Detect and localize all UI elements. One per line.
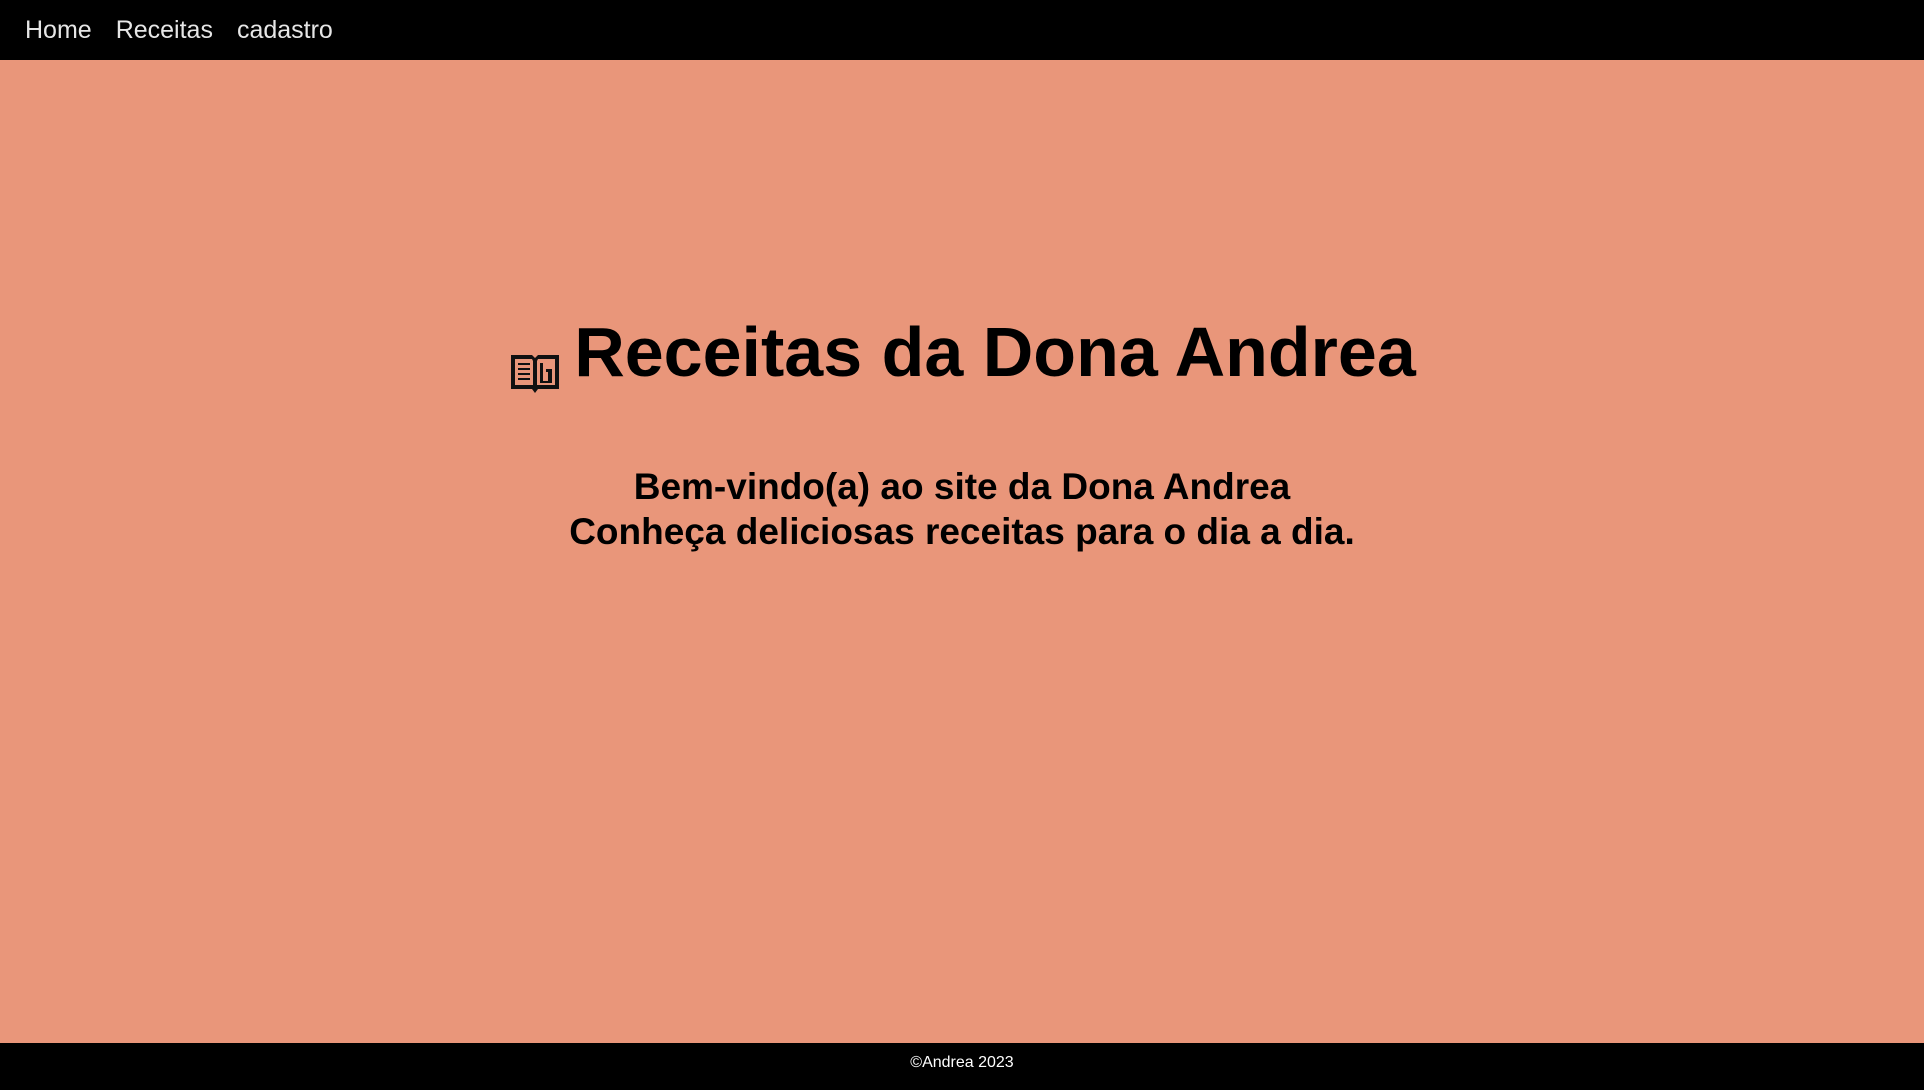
nav-home-link[interactable]: Home <box>13 0 104 60</box>
open-book-icon <box>508 329 562 393</box>
page-title-text: Receitas da Dona Andrea <box>574 313 1416 391</box>
footer: ©Andrea 2023 <box>0 1043 1924 1090</box>
welcome-line-2: Conheça deliciosas receitas para o dia a… <box>569 511 1355 552</box>
page-title: Receitas da Dona Andrea <box>0 308 1924 396</box>
welcome-line-1: Bem-vindo(a) ao site da Dona Andrea <box>633 466 1291 507</box>
nav-cadastro-link[interactable]: cadastro <box>225 0 345 60</box>
footer-copyright: ©Andrea 2023 <box>910 1054 1014 1071</box>
welcome-message: Bem-vindo(a) ao site da Dona Andrea Conh… <box>0 464 1924 554</box>
nav-receitas-link[interactable]: Receitas <box>104 0 225 60</box>
top-navigation: Home Receitas cadastro <box>0 0 1924 60</box>
